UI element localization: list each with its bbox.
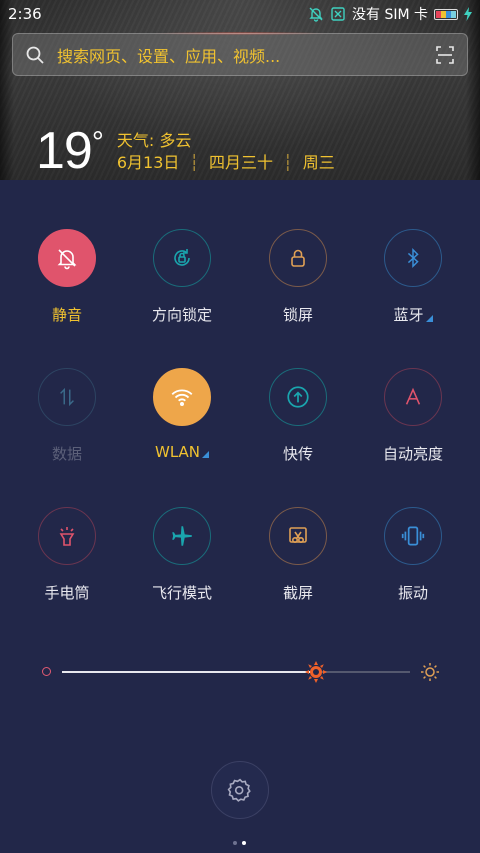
brightness-fill — [62, 671, 317, 673]
toggle-label: 振动 — [397, 584, 428, 602]
weather-weekday: 周三 — [302, 153, 335, 172]
expand-indicator-icon — [202, 451, 209, 458]
search-placeholder: 搜索网页、设置、应用、视频... — [57, 46, 281, 66]
toggle-data[interactable]: 数据 — [12, 368, 122, 464]
toggle-label: 飞行模式 — [151, 584, 212, 602]
weather-date-line: 6月13日 ┆ 四月三十 ┆ 周三 — [117, 152, 335, 174]
charging-icon — [464, 7, 472, 21]
vibrate-icon — [401, 526, 425, 546]
carrier-text: 没有 SIM 卡 — [352, 7, 428, 23]
toggle-rotation-lock-circle[interactable] — [153, 229, 211, 287]
toggle-label: WLAN — [155, 443, 209, 461]
toggle-label: 方向锁定 — [151, 306, 212, 324]
weather-widget[interactable]: 19° 天气: 多云 6月13日 ┆ 四月三十 ┆ 周三 — [36, 122, 335, 180]
weather-date: 6月13日 — [116, 153, 180, 172]
toggle-quick-transfer-circle[interactable] — [269, 368, 327, 426]
wifi-icon — [171, 389, 193, 407]
toggle-wlan[interactable]: WLAN — [127, 368, 237, 461]
gear-icon — [227, 778, 251, 802]
toggle-label: 静音 — [51, 306, 82, 324]
bluetooth-icon — [407, 247, 419, 269]
scan-icon[interactable] — [435, 45, 455, 65]
no-sim-icon — [330, 6, 346, 22]
toggle-auto-brightness[interactable]: 自动亮度 — [358, 368, 468, 464]
screenshot-icon — [289, 527, 307, 544]
toggle-screenshot[interactable]: 截屏 — [243, 507, 353, 603]
toggle-mute-circle[interactable] — [38, 229, 96, 287]
separator: ┆ — [283, 153, 293, 172]
toggle-quick-transfer[interactable]: 快传 — [243, 368, 353, 464]
weather-info: 天气: 多云 6月13日 ┆ 四月三十 ┆ 周三 — [117, 130, 335, 174]
toggle-lock-screen[interactable]: 锁屏 — [243, 229, 353, 325]
toggle-data-circle[interactable] — [38, 368, 96, 426]
toggle-auto-brightness-circle[interactable] — [384, 368, 442, 426]
flashlight-icon — [59, 527, 75, 546]
airplane-icon — [172, 526, 193, 546]
toggle-screenshot-circle[interactable] — [269, 507, 327, 565]
weather-lunar-date: 四月三十 — [209, 153, 274, 172]
toggle-vibrate[interactable]: 振动 — [358, 507, 468, 603]
toggle-label: 自动亮度 — [382, 445, 443, 463]
page-indicator — [233, 841, 246, 845]
toggle-airplane-mode[interactable]: 飞行模式 — [127, 507, 237, 603]
toggle-rotation-lock[interactable]: 方向锁定 — [127, 229, 237, 325]
brightness-slider[interactable] — [40, 661, 440, 683]
battery-icon — [434, 8, 458, 20]
brightness-high-icon — [421, 663, 439, 681]
auto-brightness-icon — [405, 387, 421, 405]
settings-button[interactable] — [211, 761, 269, 819]
toggle-label: 锁屏 — [282, 306, 313, 324]
page-dot-active — [242, 841, 246, 845]
search-bar[interactable]: 搜索网页、设置、应用、视频... — [12, 33, 468, 76]
rotation-lock-icon — [174, 249, 190, 266]
page-dot — [233, 841, 237, 845]
data-icon — [60, 387, 74, 407]
search-icon — [26, 46, 44, 64]
toggle-flashlight[interactable]: 手电筒 — [12, 507, 122, 603]
status-icons: 没有 SIM 卡 — [308, 4, 472, 24]
status-time: 2:36 — [8, 5, 42, 23]
transfer-icon — [287, 386, 309, 408]
separator: ┆ — [189, 153, 200, 172]
brightness-low-icon — [42, 667, 51, 676]
lock-icon — [291, 249, 305, 267]
toggle-label: 蓝牙 — [393, 304, 433, 325]
toggle-label: 快传 — [282, 445, 313, 463]
expand-indicator-icon — [425, 315, 433, 322]
toggle-label: 截屏 — [282, 584, 313, 602]
toggle-mute[interactable]: 静音 — [12, 229, 122, 325]
bell-off-icon — [57, 249, 77, 270]
weather-condition: 天气: 多云 — [116, 131, 192, 150]
toggle-label: 手电筒 — [44, 584, 90, 602]
toggle-lock-screen-circle[interactable] — [269, 229, 327, 287]
temperature: 19° — [36, 122, 104, 180]
brightness-thumb[interactable] — [304, 660, 328, 684]
toggle-bluetooth-circle[interactable] — [384, 229, 442, 287]
toggle-airplane-mode-circle[interactable] — [153, 507, 211, 565]
toggle-vibrate-circle[interactable] — [384, 507, 442, 565]
silent-status-icon — [308, 6, 324, 22]
toggle-wlan-circle[interactable] — [153, 368, 211, 426]
toggle-bluetooth[interactable]: 蓝牙 — [358, 229, 468, 325]
status-bar: 2:36 没有 SIM 卡 — [0, 0, 480, 28]
toggle-flashlight-circle[interactable] — [38, 507, 96, 565]
toggle-label: 数据 — [51, 445, 82, 463]
